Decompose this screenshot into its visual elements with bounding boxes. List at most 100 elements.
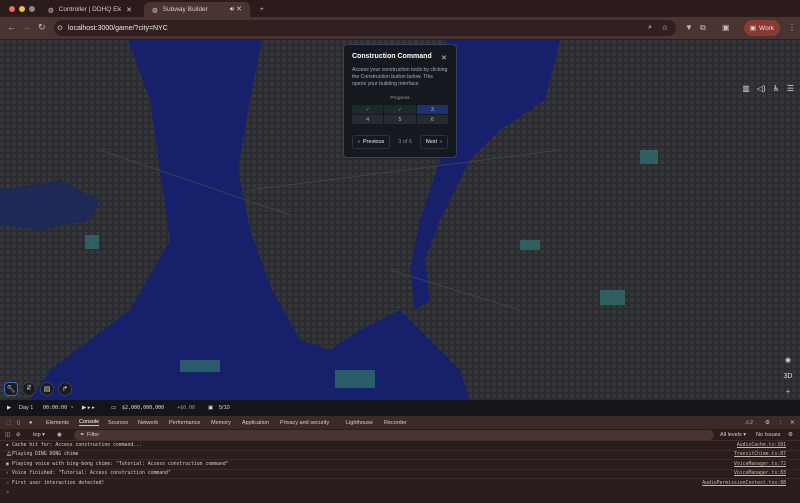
step-6: 6 (416, 115, 448, 124)
devtools-extension-icon[interactable]: ● (29, 420, 32, 426)
globe-icon: ◍ (152, 6, 158, 14)
chart-icon: ▤ (43, 386, 51, 393)
log-entry: ▪ Cache hit for: Access construction comm… (0, 441, 800, 451)
tab-console[interactable]: Console (79, 419, 100, 426)
tab-elements[interactable]: Elements (46, 420, 69, 426)
previous-button[interactable]: ‹ Previous (352, 135, 391, 149)
settings-gear-icon[interactable]: ⚙ (765, 420, 770, 426)
step-2: ✓ (384, 105, 416, 114)
source-link[interactable]: VoiceManager.ts:72 (734, 462, 786, 467)
step-1: ✓ (352, 105, 384, 114)
devtools-tabs: ⬚ ▯ ● Elements Console Sources Network P… (0, 416, 800, 429)
mic-icon: ▣ (6, 461, 9, 467)
hamburger-menu-icon[interactable]: ☰ (787, 84, 794, 93)
device-icon[interactable]: ▯ (17, 420, 20, 426)
construction-button[interactable]: 🔧︎ (4, 382, 18, 396)
log-entry: ✓ Voice finished: "Tutorial: Access const… (0, 470, 800, 479)
console-settings-icon[interactable]: ⚙ (788, 432, 793, 438)
source-link[interactable]: AudioCache.ts:101 (737, 443, 786, 448)
bell-icon: 🔔︎ (6, 452, 12, 458)
tab-subway-builder[interactable]: ◍ Subway Builder 🔊︎ ✕ (144, 2, 250, 17)
zoom-icon[interactable]: ⌕ (648, 24, 652, 32)
money-delta: +$0.00 (177, 405, 196, 411)
ridership-value: 5/10 (219, 405, 230, 411)
eye-icon[interactable]: ◉ (57, 432, 62, 438)
tutorial-title: Construction Command (352, 53, 432, 60)
3d-toggle-button[interactable]: 3D (784, 373, 793, 380)
source-link[interactable]: AudioPermissionContext.tsx:88 (702, 481, 786, 486)
address-bar-row: ← → ↻ ⊙ localhost:3000/game/?city=NYC ⌕ ☆ … (0, 17, 800, 39)
tab-application[interactable]: Application (242, 420, 269, 426)
zoom-in-button[interactable]: + (786, 389, 790, 396)
clear-console-icon[interactable]: ⊘ (16, 432, 21, 438)
accessibility-icon[interactable]: ♿︎ (773, 84, 780, 93)
tab-memory[interactable]: Memory (211, 420, 231, 426)
sidebar-toggle-icon[interactable]: ◫ (5, 432, 10, 438)
map-icon[interactable]: ▥ (742, 84, 750, 93)
route-icon: ⮃ (26, 385, 32, 392)
context-select[interactable]: top ▾ (33, 432, 45, 438)
close-tab-icon[interactable]: ✕ (126, 6, 132, 14)
speaker-icon: 🔊︎ ✕ (229, 6, 242, 13)
issues-button[interactable]: No Issues (756, 432, 780, 438)
check-icon: ✓ (6, 471, 9, 477)
bookmark-star-icon[interactable]: ☆ (662, 24, 668, 32)
play-button[interactable]: ▶ (7, 405, 11, 411)
wrench-icon: 🔧︎ (6, 386, 16, 393)
progress-grid: ✓ ✓ 3 4 5 6 (352, 105, 448, 124)
more-icon[interactable]: ⋮ (778, 420, 784, 426)
hand-icon: ☝ (6, 481, 9, 487)
tab-sources[interactable]: Sources (108, 420, 128, 426)
tab-lighthouse[interactable]: Lighthouse (346, 420, 373, 426)
console-toolbar: ◫ ⊘ top ▾ ◉ ⏷ Filter All levels ▾ No Issu… (0, 429, 800, 441)
profile-button[interactable]: ▣ Work (744, 20, 780, 36)
console-prompt[interactable]: > (6, 490, 9, 496)
filter-input[interactable]: ⏷ Filter (74, 430, 714, 440)
speed-controls[interactable]: ▶ ▸ ▸ (82, 405, 95, 411)
close-icon[interactable]: ✕ (441, 54, 447, 62)
url-input[interactable]: ⊙ localhost:3000/game/?city=NYC ⌕ ☆ (54, 20, 676, 36)
step-4: 4 (352, 115, 384, 124)
extension-icon[interactable]: ▼ (685, 23, 693, 32)
stats-button[interactable]: ▤ (40, 382, 54, 396)
menu-icon[interactable]: ⋮ (788, 23, 796, 32)
close-devtools-icon[interactable]: ✕ (790, 420, 795, 426)
money-icon: ▭ (111, 405, 117, 411)
tab-recorder[interactable]: Recorder (384, 420, 407, 426)
tutorial-body: Access your construction tools by clicki… (352, 67, 448, 87)
compass-icon[interactable]: ◉ (785, 356, 791, 364)
reload-icon[interactable]: ↻ (38, 22, 46, 33)
forward-icon[interactable]: → (22, 22, 31, 32)
filter-icon: ⏷ (80, 432, 85, 438)
back-icon[interactable]: ← (7, 22, 16, 32)
globe-icon: ◍ (48, 6, 54, 14)
game-status-bar: ▶ Day 1 00:00:00 ◔ ▶ ▸ ▸ ▭ $2,000,000,00… (0, 400, 800, 416)
map-toolbar: ▥ ◁) ♿︎ ☰ (742, 84, 794, 93)
sidepanel-icon[interactable]: ▣ (722, 23, 730, 32)
levels-select[interactable]: All levels ▾ (720, 432, 746, 438)
clock-icon: ◔ (70, 405, 74, 411)
sound-icon[interactable]: ◁) (757, 84, 766, 93)
tab-network[interactable]: Network (138, 420, 158, 426)
inspect-icon[interactable]: ⬚ (6, 420, 11, 426)
next-button[interactable]: Next › (419, 135, 448, 149)
tab-performance[interactable]: Performance (169, 420, 201, 426)
puzzle-icon[interactable]: ⧉ (700, 23, 706, 33)
routes-button[interactable]: ⮃ (22, 382, 36, 396)
step-3: 3 (416, 105, 448, 114)
new-tab-button[interactable]: + (252, 2, 272, 17)
warning-icon[interactable]: ⚠ 2 (745, 420, 753, 426)
redo-button[interactable]: ↱ (58, 382, 72, 396)
tab-privacy[interactable]: Privacy and security (280, 420, 329, 426)
step-counter: 3 of 6 (398, 139, 412, 145)
tool-buttons: 🔧︎ ⮃ ▤ ↱ (4, 382, 72, 396)
tab-bar: ◍Controller | DDHQ Election Vi✕ ◍Subway … (0, 0, 800, 17)
cache-icon: ▪ (6, 442, 9, 448)
source-link[interactable]: TransitChime.ts:87 (734, 452, 786, 457)
profile-icon: ▣ (749, 25, 757, 32)
tab-controller[interactable]: ◍Controller | DDHQ Election Vi✕ (40, 2, 140, 17)
source-link[interactable]: VoiceManager.ts:83 (734, 471, 786, 476)
window-controls[interactable] (9, 6, 35, 12)
site-info-icon[interactable]: ⊙ (57, 24, 63, 32)
arrow-turn-icon: ↱ (62, 386, 68, 393)
